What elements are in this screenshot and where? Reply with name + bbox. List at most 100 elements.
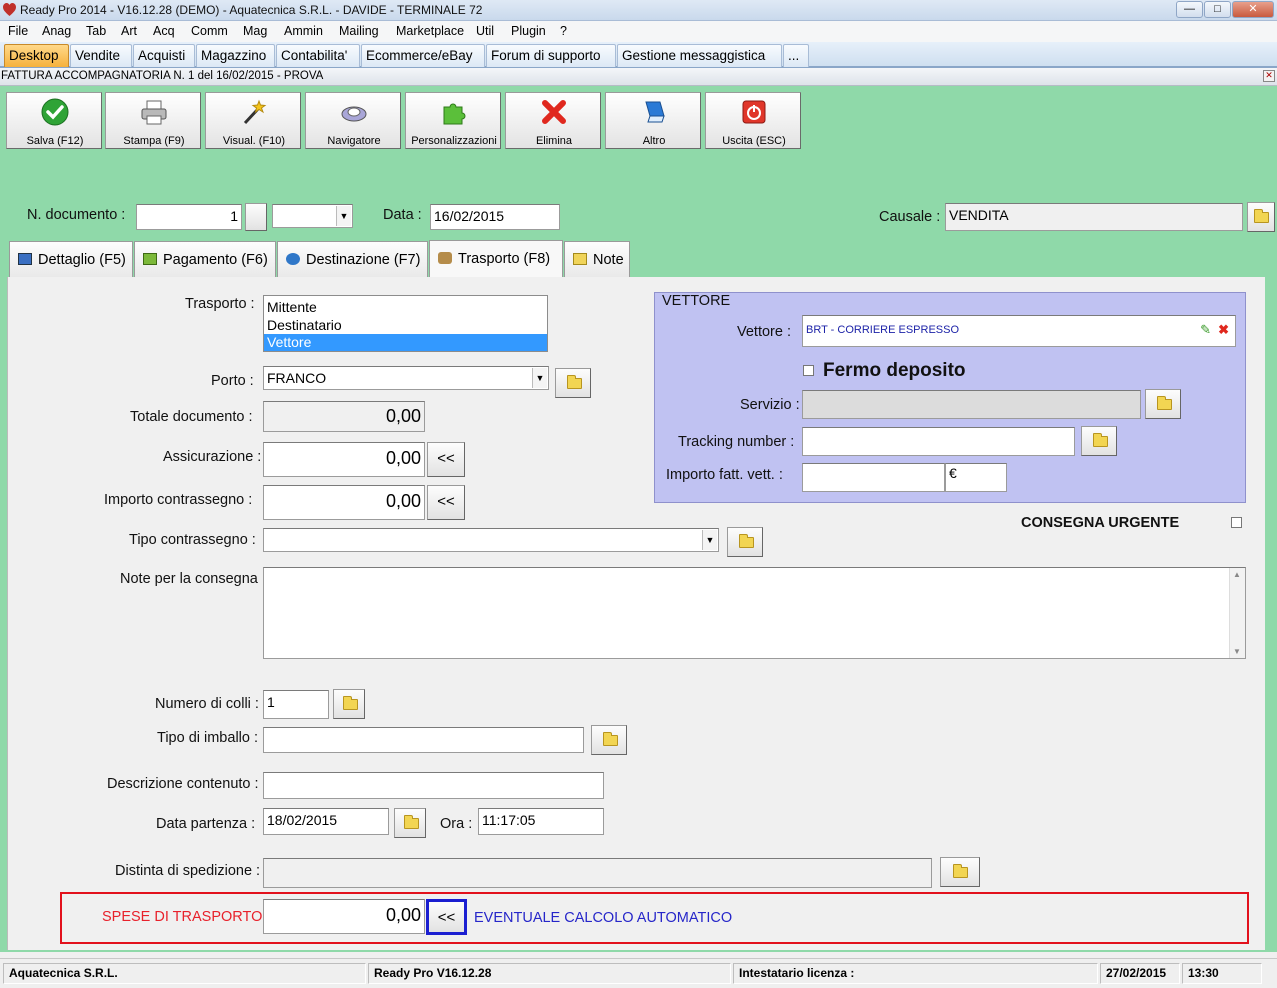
fermo-deposito-checkbox[interactable] bbox=[803, 365, 814, 376]
note-scrollbar[interactable]: ▲ ▼ bbox=[1229, 568, 1245, 658]
descrizione-field[interactable] bbox=[263, 772, 604, 799]
menu-marketplace[interactable]: Marketplace bbox=[396, 24, 464, 38]
menu-plugin[interactable]: Plugin bbox=[511, 24, 546, 38]
note-consegna-textarea[interactable] bbox=[263, 567, 1246, 659]
currency-field[interactable]: € bbox=[945, 463, 1007, 492]
folder-icon bbox=[739, 534, 754, 548]
importo-fatt-field[interactable] bbox=[802, 463, 945, 492]
menu-help[interactable]: ? bbox=[560, 24, 567, 38]
distinta-browse-button[interactable] bbox=[940, 857, 980, 887]
spese-calc-button[interactable]: << bbox=[426, 899, 467, 935]
tab-messaggistica[interactable]: Gestione messaggistica bbox=[617, 44, 782, 67]
navigator-button[interactable]: Navigatore bbox=[305, 92, 401, 149]
colli-browse-button[interactable] bbox=[333, 689, 365, 719]
exit-button[interactable]: Uscita (ESC) bbox=[705, 92, 801, 149]
tracking-label: Tracking number : bbox=[678, 434, 795, 450]
tab-acquisti[interactable]: Acquisti bbox=[133, 44, 195, 67]
status-company: Aquatecnica S.R.L. bbox=[3, 963, 366, 984]
servizio-field[interactable] bbox=[802, 390, 1141, 419]
delete-button[interactable]: Elimina bbox=[505, 92, 601, 149]
save-button[interactable]: Salva (F12) bbox=[6, 92, 102, 149]
print-button[interactable]: Stampa (F9) bbox=[105, 92, 201, 149]
edit-pencil-icon[interactable]: ✎ bbox=[1200, 316, 1211, 344]
causale-field[interactable]: VENDITA bbox=[945, 203, 1243, 231]
tab-vendite[interactable]: Vendite bbox=[70, 44, 132, 67]
causale-browse-button[interactable] bbox=[1247, 202, 1275, 232]
assicurazione-field[interactable]: 0,00 bbox=[263, 442, 425, 477]
tab-contabilita[interactable]: Contabilita' bbox=[276, 44, 360, 67]
tab-forum[interactable]: Forum di supporto bbox=[486, 44, 616, 67]
form-close-icon[interactable]: ✕ bbox=[1263, 70, 1275, 82]
distinta-field[interactable] bbox=[263, 858, 932, 888]
doc-number-button[interactable] bbox=[245, 203, 267, 231]
tab-dettaglio[interactable]: Dettaglio (F5) bbox=[9, 241, 133, 277]
doc-series-select[interactable]: ▼ bbox=[272, 204, 353, 228]
imballo-field[interactable] bbox=[263, 727, 584, 753]
other-button[interactable]: Altro bbox=[605, 92, 701, 149]
partenza-browse-button[interactable] bbox=[394, 808, 426, 838]
contrassegno-calc-button[interactable]: << bbox=[427, 485, 465, 520]
navigator-icon bbox=[341, 106, 367, 122]
menu-tab[interactable]: Tab bbox=[86, 24, 106, 38]
tab-destinazione-label: Destinazione (F7) bbox=[306, 252, 421, 268]
tab-trasporto[interactable]: Trasporto (F8) bbox=[429, 240, 563, 277]
date-field[interactable]: 16/02/2015 bbox=[430, 204, 560, 230]
porto-select[interactable]: FRANCO ▼ bbox=[263, 366, 549, 390]
tab-magazzino[interactable]: Magazzino bbox=[196, 44, 275, 67]
menu-art[interactable]: Art bbox=[121, 24, 137, 38]
tab-more[interactable]: ... bbox=[783, 44, 809, 67]
assicurazione-label: Assicurazione : bbox=[163, 449, 262, 465]
trasporto-option-destinatario[interactable]: Destinatario bbox=[264, 316, 547, 334]
partenza-label: Data partenza : bbox=[156, 816, 256, 832]
tab-pagamento[interactable]: Pagamento (F6) bbox=[134, 241, 276, 277]
book-icon bbox=[645, 101, 665, 123]
exit-label: Uscita (ESC) bbox=[722, 135, 786, 147]
tab-destinazione[interactable]: Destinazione (F7) bbox=[277, 241, 428, 277]
colli-field[interactable]: 1 bbox=[263, 690, 329, 719]
menu-util[interactable]: Util bbox=[476, 24, 494, 38]
porto-browse-button[interactable] bbox=[555, 368, 591, 398]
imballo-browse-button[interactable] bbox=[591, 725, 627, 755]
trasporto-list[interactable]: Mittente Destinatario Vettore bbox=[263, 295, 548, 352]
doc-number-field[interactable]: 1 bbox=[136, 204, 242, 230]
menu-anag[interactable]: Anag bbox=[42, 24, 71, 38]
scroll-up-icon[interactable]: ▲ bbox=[1233, 570, 1241, 579]
servizio-browse-button[interactable] bbox=[1145, 389, 1181, 419]
maximize-button[interactable]: □ bbox=[1204, 1, 1231, 18]
customizations-button[interactable]: Personalizzazioni bbox=[405, 92, 501, 149]
consegna-urgente-checkbox[interactable] bbox=[1231, 517, 1242, 528]
menu-mag[interactable]: Mag bbox=[243, 24, 267, 38]
menu-comm[interactable]: Comm bbox=[191, 24, 228, 38]
ora-field[interactable]: 11:17:05 bbox=[478, 808, 604, 835]
scroll-down-icon[interactable]: ▼ bbox=[1233, 647, 1241, 656]
menu-file[interactable]: File bbox=[8, 24, 28, 38]
menu-mailing[interactable]: Mailing bbox=[339, 24, 379, 38]
spese-field[interactable]: 0,00 bbox=[263, 899, 425, 934]
minimize-button[interactable]: — bbox=[1176, 1, 1203, 18]
vettore-field[interactable]: BRT - CORRIERE ESPRESSO ✎ ✖ bbox=[802, 315, 1236, 347]
chevron-down-icon: ▼ bbox=[532, 368, 547, 388]
tab-note[interactable]: Note bbox=[564, 241, 630, 277]
trasporto-option-mittente[interactable]: Mittente bbox=[264, 298, 547, 316]
tipo-contrassegno-label: Tipo contrassegno : bbox=[129, 532, 256, 548]
assicurazione-calc-button[interactable]: << bbox=[427, 442, 465, 477]
menu-acq[interactable]: Acq bbox=[153, 24, 175, 38]
folder-icon bbox=[567, 375, 582, 389]
tab-desktop[interactable]: Desktop bbox=[4, 44, 69, 67]
tracking-browse-button[interactable] bbox=[1081, 426, 1117, 456]
trasporto-option-vettore[interactable]: Vettore bbox=[264, 334, 547, 351]
tipo-contrassegno-browse-button[interactable] bbox=[727, 527, 763, 557]
partenza-field[interactable]: 18/02/2015 bbox=[263, 808, 389, 835]
menu-ammin[interactable]: Ammin bbox=[284, 24, 323, 38]
tipo-contrassegno-select[interactable]: ▼ bbox=[263, 528, 719, 552]
printer-icon bbox=[141, 100, 167, 125]
tab-ecommerce-ebay[interactable]: Ecommerce/eBay bbox=[361, 44, 485, 67]
money-icon bbox=[143, 253, 157, 265]
close-button[interactable]: ✕ bbox=[1232, 1, 1274, 18]
clear-x-icon[interactable]: ✖ bbox=[1218, 316, 1229, 344]
app-icon bbox=[3, 3, 16, 16]
contrassegno-field[interactable]: 0,00 bbox=[263, 485, 425, 520]
tracking-field[interactable] bbox=[802, 427, 1075, 456]
check-icon bbox=[41, 98, 69, 126]
preview-button[interactable]: Visual. (F10) bbox=[205, 92, 301, 149]
